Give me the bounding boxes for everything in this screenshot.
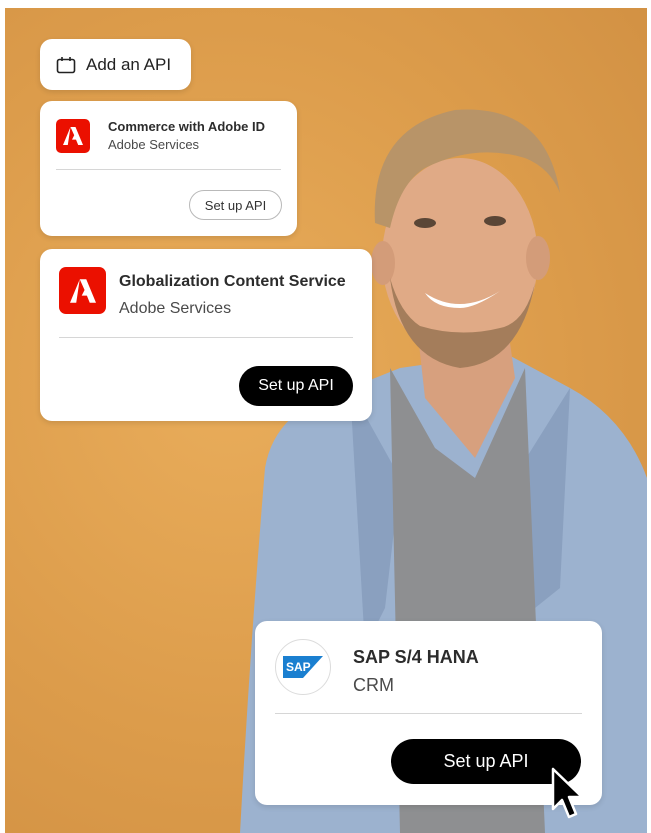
setup-api-button[interactable]: Set up API bbox=[189, 190, 282, 220]
api-card-globalization: Globalization Content Service Adobe Serv… bbox=[40, 249, 372, 421]
card-divider bbox=[56, 169, 281, 170]
hero-stage: Add an API Commerce with Adobe ID Adobe … bbox=[5, 8, 647, 833]
adobe-logo-icon bbox=[59, 267, 106, 314]
sap-logo-text: SAP bbox=[286, 660, 311, 674]
adobe-logo-icon bbox=[56, 119, 90, 153]
card-subtitle: CRM bbox=[353, 675, 394, 695]
setup-api-button[interactable]: Set up API bbox=[239, 366, 353, 406]
card-title: Globalization Content Service bbox=[119, 273, 346, 290]
card-divider bbox=[59, 337, 353, 338]
add-api-button[interactable]: Add an API bbox=[40, 39, 191, 90]
arrow-cursor-icon bbox=[551, 767, 584, 819]
card-title: SAP S/4 HANA bbox=[353, 647, 479, 667]
sap-logo-icon: SAP bbox=[275, 639, 331, 695]
card-subtitle: Adobe Services bbox=[108, 137, 200, 152]
add-api-label: Add an API bbox=[86, 54, 172, 74]
card-title: Commerce with Adobe ID bbox=[108, 119, 265, 134]
card-divider bbox=[275, 713, 582, 714]
api-card-commerce: Commerce with Adobe ID Adobe Services Se… bbox=[40, 101, 297, 236]
card-subtitle: Adobe Services bbox=[119, 300, 232, 317]
calendar-icon bbox=[56, 56, 76, 73]
